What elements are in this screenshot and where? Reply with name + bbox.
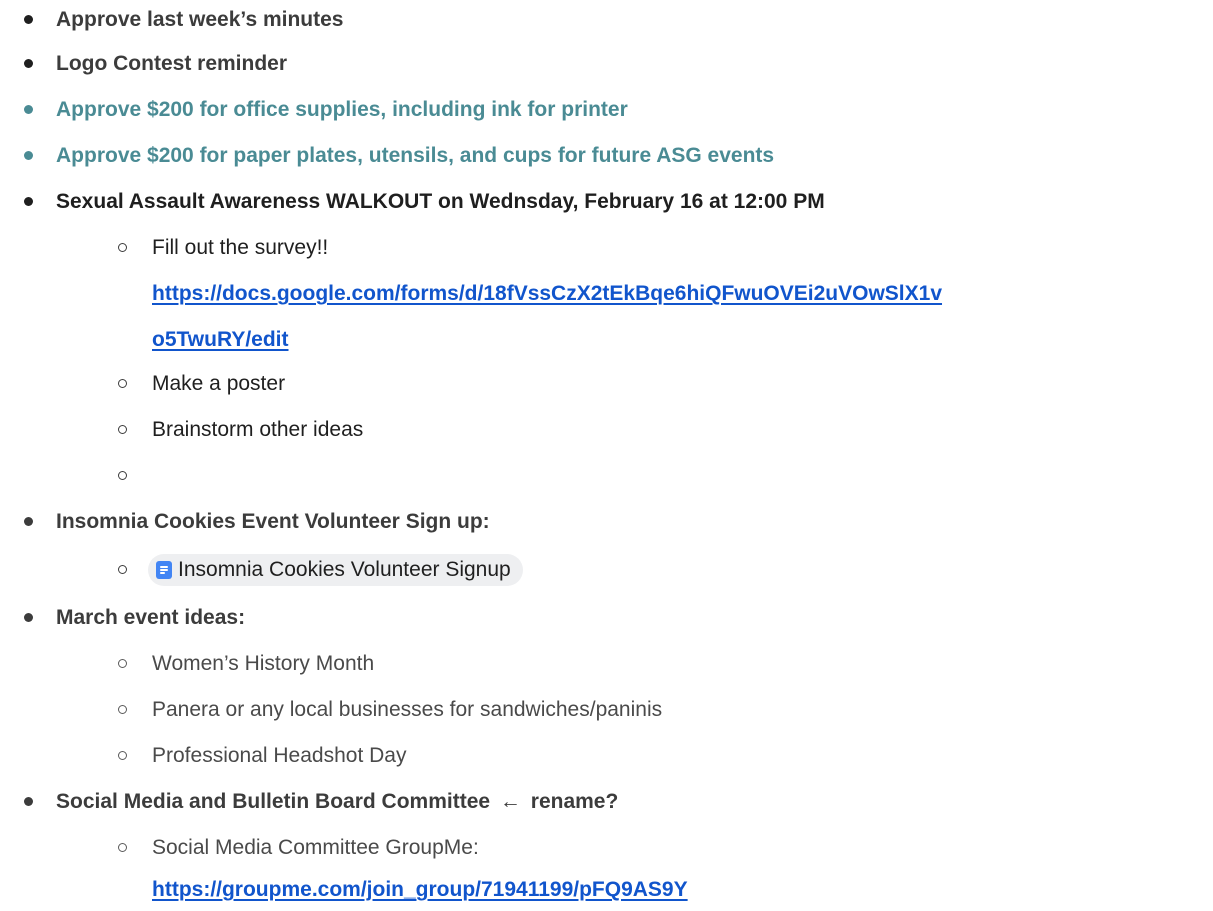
smart-chip-label: Insomnia Cookies Volunteer Signup (178, 558, 511, 581)
hollow-bullet-icon (118, 843, 127, 852)
document-body: Approve last week’s minutes Logo Contest… (0, 0, 1213, 911)
sub-item-text: Fill out the survey!! (152, 236, 329, 259)
bullet-icon (24, 797, 33, 806)
bullet-icon (24, 15, 33, 24)
survey-link[interactable]: https://docs.google.com/forms/d/18fVssCz… (152, 276, 942, 312)
list-item-text: Social Media and Bulletin Board Committe… (56, 784, 618, 820)
list-item-text: Logo Contest reminder (56, 52, 288, 75)
sub-item-text: Brainstorm other ideas (152, 418, 364, 441)
bullet-icon (24, 197, 33, 206)
bullet-icon (24, 613, 33, 622)
bullet-icon (24, 59, 33, 68)
hollow-bullet-icon (118, 471, 127, 480)
social-rename-text: rename? (530, 790, 619, 813)
survey-link-continued[interactable]: o5TwuRY/edit (152, 322, 289, 358)
groupme-link[interactable]: https://groupme.com/join_group/71941199/… (152, 872, 688, 908)
sub-item-text: Social Media Committee GroupMe: (152, 836, 479, 859)
list-item-text: Sexual Assault Awareness WALKOUT on Wedn… (56, 190, 825, 213)
hollow-bullet-icon (118, 243, 127, 252)
list-item-text: March event ideas: (56, 606, 246, 629)
sub-item-text: Make a poster (152, 372, 286, 395)
left-arrow-icon: ← (499, 790, 521, 813)
hollow-bullet-icon (118, 425, 127, 434)
bullet-icon (24, 517, 33, 526)
list-item-text: Approve $200 for office supplies, includ… (56, 98, 628, 121)
smart-chip-volunteer-signup[interactable]: Insomnia Cookies Volunteer Signup (148, 554, 523, 586)
google-docs-icon (156, 561, 172, 579)
list-item-text: Approve $200 for paper plates, utensils,… (56, 144, 775, 167)
hollow-bullet-icon (118, 379, 127, 388)
hollow-bullet-icon (118, 565, 127, 574)
list-item-text: Insomnia Cookies Event Volunteer Sign up… (56, 510, 490, 533)
bullet-icon (24, 151, 33, 160)
list-item-text: Approve last week’s minutes (56, 8, 344, 31)
social-title-text: Social Media and Bulletin Board Committe… (56, 790, 491, 813)
bullet-icon (24, 105, 33, 114)
sub-item-text: Panera or any local businesses for sandw… (152, 698, 663, 721)
hollow-bullet-icon (118, 705, 127, 714)
sub-item-text: Women’s History Month (152, 652, 375, 675)
hollow-bullet-icon (118, 659, 127, 668)
hollow-bullet-icon (118, 751, 127, 760)
sub-item-text: Professional Headshot Day (152, 744, 407, 767)
